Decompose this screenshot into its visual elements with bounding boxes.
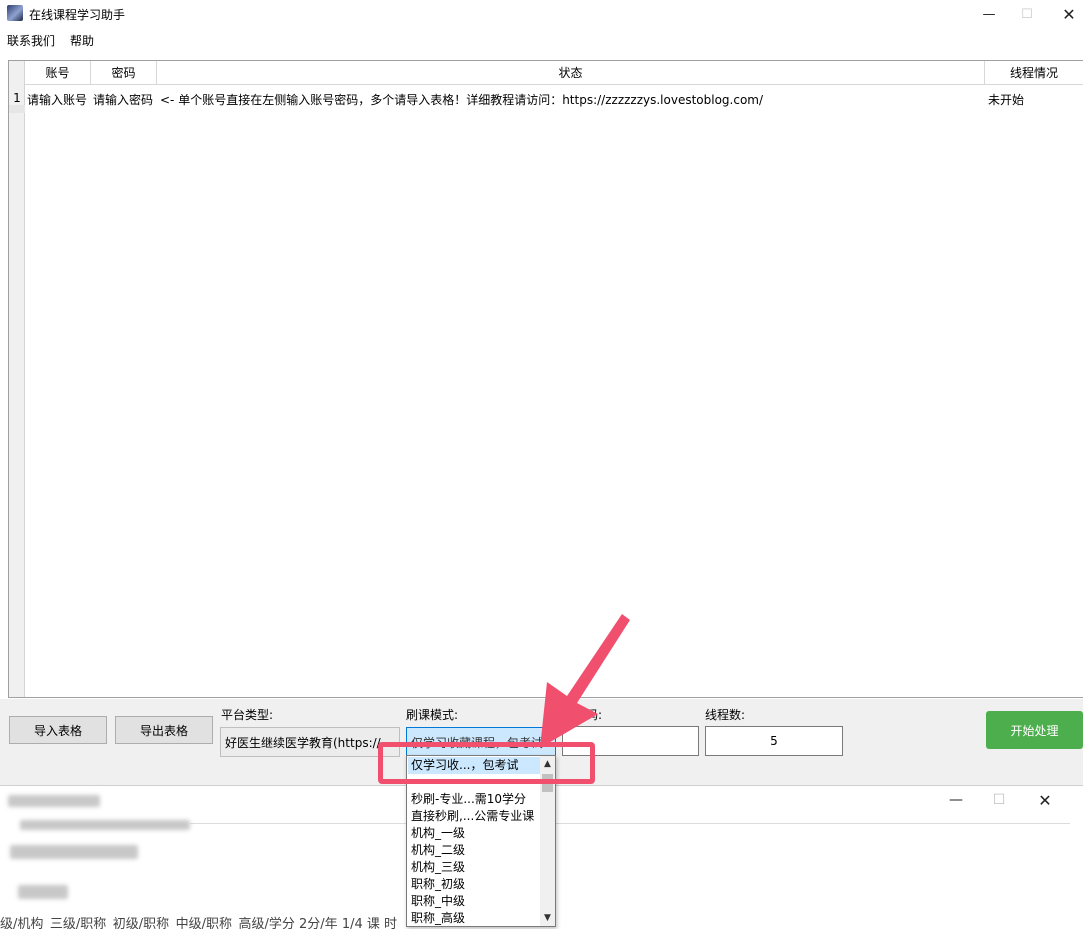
column-password[interactable]: 密码 [91, 61, 157, 85]
column-thread[interactable]: 线程情况 [985, 61, 1083, 85]
row-header-column [9, 61, 25, 697]
title-bar: 在线课程学习助手 — ☐ ✕ [0, 0, 1083, 28]
row-number: 1 [13, 91, 21, 105]
window-title: 在线课程学习助手 [29, 8, 126, 22]
dropdown-option[interactable]: 机构_二级 [408, 842, 540, 859]
dropdown-option[interactable]: 职称_高级 [408, 910, 540, 927]
thread-cell: 未开始 [988, 93, 1025, 107]
threads-input[interactable]: 5 [705, 726, 843, 756]
mode-label: 刷课模式: [406, 708, 459, 722]
export-table-button[interactable]: 导出表格 [115, 716, 213, 744]
bg-close-icon[interactable]: ✕ [1033, 790, 1057, 810]
maximize-button[interactable]: ☐ [1004, 0, 1050, 28]
dropdown-option[interactable]: 职称_初级 [408, 876, 540, 893]
dropdown-option[interactable]: 机构_一级 [408, 825, 540, 842]
platform-label: 平台类型: [221, 708, 274, 722]
table-header: 账号 密码 状态 线程情况 [25, 61, 1083, 85]
menu-help[interactable]: 帮助 [63, 30, 102, 50]
account-table[interactable]: 账号 密码 状态 线程情况 1 请输入账号 请输入密码 <- 单个账号直接在左侧… [8, 60, 1083, 698]
dropdown-option[interactable]: 职称_中级 [408, 893, 540, 910]
scroll-down-icon[interactable]: ▼ [540, 910, 555, 926]
threads-label: 线程数: [705, 708, 746, 722]
import-table-button[interactable]: 导入表格 [9, 716, 107, 744]
blurred-text [18, 885, 68, 899]
bg-minimize-icon[interactable]: — [944, 790, 968, 810]
annotation-highlight-box [378, 742, 595, 784]
account-cell[interactable]: 请输入账号 [27, 91, 87, 108]
table-row[interactable]: 1 请输入账号 请输入密码 <- 单个账号直接在左侧输入账号密码，多个请导入表格… [9, 89, 1083, 109]
dropdown-option[interactable]: 直接秒刷,...公需专业课 [408, 808, 540, 825]
status-cell: <- 单个账号直接在左侧输入账号密码，多个请导入表格！详细教程请访问：https… [160, 93, 764, 107]
dropdown-option[interactable]: 机构_三级 [408, 859, 540, 876]
dropdown-option[interactable]: 秒刷-专业...需10学分 [408, 791, 540, 808]
auth-code-label: 授权码: [562, 708, 603, 722]
column-account[interactable]: 账号 [25, 61, 91, 85]
blurred-text [10, 845, 138, 859]
start-button[interactable]: 开始处理 [986, 711, 1083, 749]
menu-contact[interactable]: 联系我们 [0, 30, 63, 50]
menu-bar: 联系我们 帮助 [0, 30, 102, 50]
column-status[interactable]: 状态 [157, 61, 985, 85]
app-icon [7, 5, 23, 21]
blurred-text [8, 795, 100, 807]
new-row-marker [9, 105, 25, 113]
platform-select[interactable]: 好医生继续医学教育(https:// [220, 727, 400, 757]
bg-maximize-icon[interactable]: ☐ [987, 790, 1011, 810]
close-button[interactable]: ✕ [1046, 0, 1083, 28]
blurred-text [20, 820, 190, 830]
password-cell[interactable]: 请输入密码 [93, 91, 153, 108]
background-window-titlebar [190, 786, 1070, 824]
